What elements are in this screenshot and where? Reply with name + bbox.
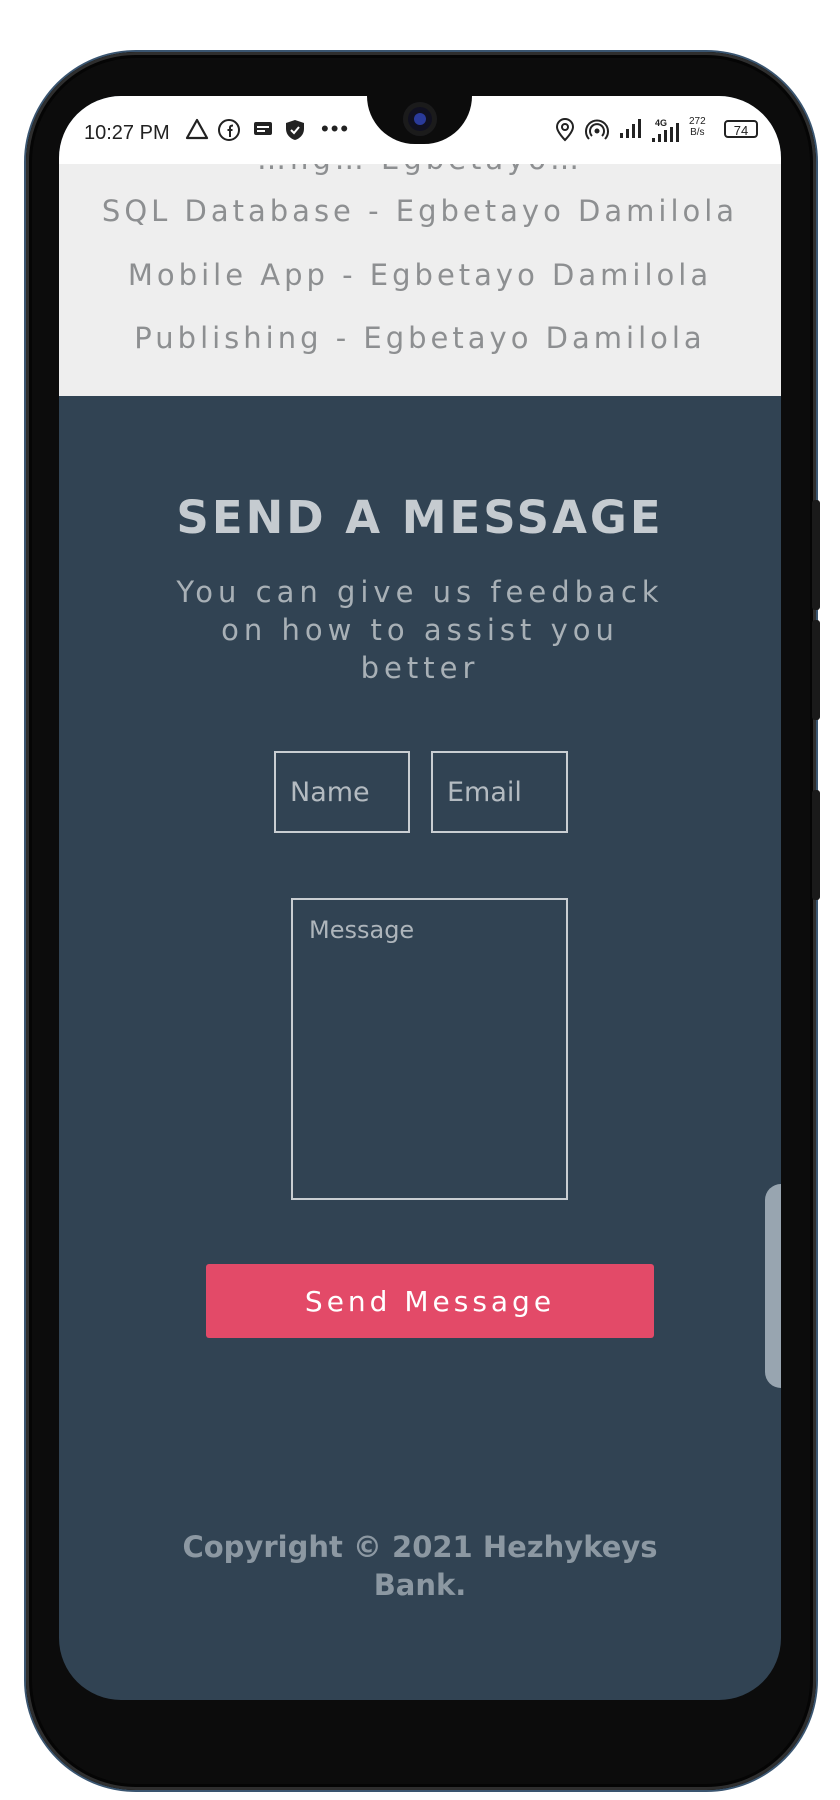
status-bar: 10:27 PM ••• 4G 272 B/s 74 <box>59 96 781 164</box>
battery-icon: 74 <box>724 120 758 138</box>
message-textarea[interactable] <box>291 898 568 1200</box>
name-input[interactable] <box>274 751 410 833</box>
copyright-text: Copyright © 2021 Hezhykeys Bank. <box>182 1530 658 1602</box>
status-time: 10:27 PM <box>84 122 170 144</box>
hotspot-icon <box>585 118 609 148</box>
front-camera <box>403 102 437 136</box>
credit-line: Mobile App - Egbetayo Damilola <box>127 258 713 292</box>
network-speed: 272 B/s <box>689 116 706 138</box>
location-icon <box>554 118 576 148</box>
credits-section: …ng… Egbetayo… SQL Database - Egbetayo D… <box>59 164 781 396</box>
svg-text:4G: 4G <box>655 118 667 128</box>
power-button <box>812 500 820 610</box>
more-notifications-icon: ••• <box>321 116 351 141</box>
credit-line-partial: …ng… Egbetayo… <box>59 164 781 176</box>
signal-4g-icon: 4G <box>651 118 681 150</box>
phone-screen: 10:27 PM ••• 4G 272B/s 74 …ng… <box>59 96 781 1700</box>
section-title: SEND A MESSAGE <box>176 491 664 544</box>
message-icon <box>252 118 274 146</box>
facebook-icon <box>217 118 241 148</box>
triangle-app-icon <box>185 118 209 146</box>
section-subtitle: You can give us feedback on how to assis… <box>176 575 664 685</box>
credit-line: Publishing - Egbetayo Damilola <box>134 321 706 355</box>
volume-down-button <box>812 790 820 900</box>
volume-up-button <box>812 620 820 720</box>
signal-icon <box>619 118 645 146</box>
edge-panel-handle[interactable] <box>765 1184 781 1388</box>
send-message-button[interactable]: Send Message <box>206 1264 654 1338</box>
email-input[interactable] <box>431 751 568 833</box>
credit-line: SQL Database - Egbetayo Damilola <box>101 194 739 228</box>
shield-icon <box>283 118 307 148</box>
